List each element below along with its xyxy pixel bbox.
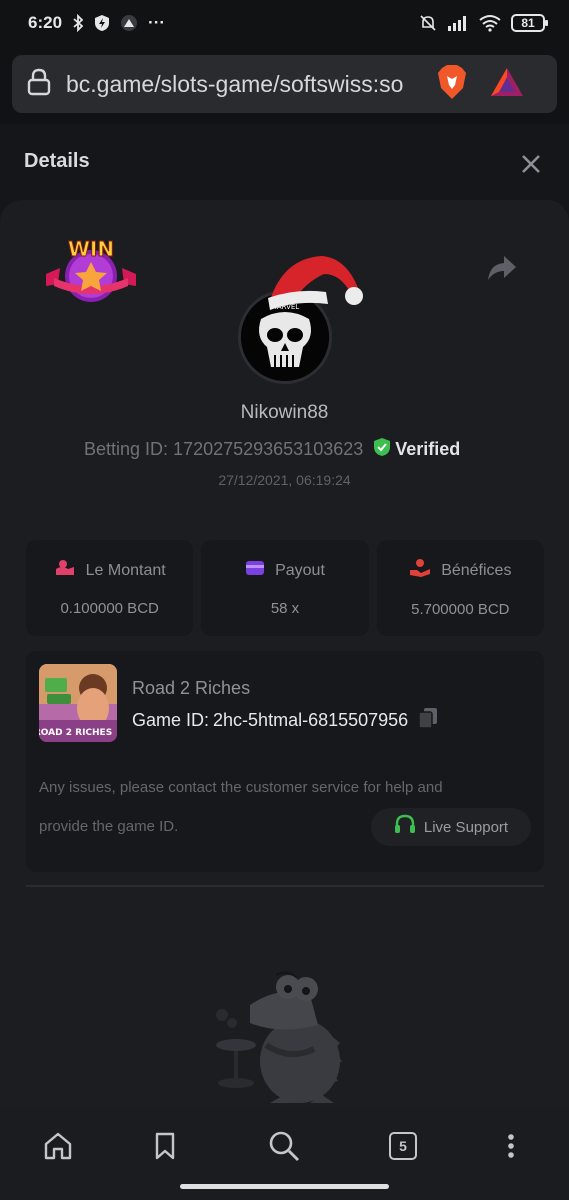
brave-shields-icon[interactable] bbox=[436, 64, 468, 105]
game-name: Road 2 Riches bbox=[132, 678, 251, 698]
search-icon bbox=[269, 1131, 299, 1161]
card-icon bbox=[245, 559, 265, 582]
game-info-panel: ROAD 2 RICHES Road 2 Riches Game ID: 2hc… bbox=[26, 651, 544, 872]
game-id-label: Game ID: bbox=[132, 710, 210, 730]
stat-payout: Payout 58 x bbox=[201, 540, 369, 636]
shield-bolt-icon bbox=[94, 14, 110, 32]
profit-hand-icon bbox=[409, 558, 431, 583]
copy-icon[interactable] bbox=[418, 707, 438, 734]
status-time: 6:20 bbox=[28, 13, 63, 32]
game-thumbnail-text: ROAD 2 RICHES bbox=[39, 728, 112, 738]
headset-icon bbox=[394, 814, 416, 840]
santa-hat-icon bbox=[268, 256, 363, 310]
divider bbox=[26, 885, 544, 887]
tab-count[interactable]: 5 bbox=[389, 1132, 417, 1160]
signal-icon bbox=[447, 15, 469, 31]
address-bar[interactable]: bc.game/slots-game/softswiss:so bbox=[12, 55, 557, 113]
more-vertical-icon bbox=[508, 1134, 514, 1158]
battery-level: 81 bbox=[521, 16, 535, 30]
stat-amount-value: 0.100000 BCD bbox=[60, 600, 159, 617]
stat-payout-label: Payout bbox=[275, 561, 325, 579]
stat-amount: Le Montant 0.100000 BCD bbox=[26, 540, 194, 636]
close-button[interactable] bbox=[519, 152, 543, 176]
avatar: MARVEL bbox=[236, 252, 366, 384]
wifi-icon bbox=[479, 14, 501, 32]
page-title: Details bbox=[24, 150, 90, 172]
betting-id-row: Betting ID: 1720275293653103623 Verified bbox=[84, 437, 460, 462]
live-support-button[interactable]: Live Support bbox=[371, 808, 531, 846]
stat-profit-value: 5.700000 BCD bbox=[411, 601, 510, 618]
win-badge-text: WIN bbox=[68, 237, 114, 261]
help-text-line-1: Any issues, please contact the customer … bbox=[39, 779, 443, 796]
url-text[interactable]: bc.game/slots-game/softswiss:so bbox=[66, 71, 424, 98]
home-button[interactable] bbox=[38, 1126, 78, 1166]
close-icon bbox=[522, 155, 540, 173]
lock-icon[interactable] bbox=[26, 68, 52, 101]
username: Nikowin88 bbox=[240, 402, 329, 423]
betting-id: Betting ID: 1720275293653103623 bbox=[84, 439, 364, 459]
bet-timestamp: 27/12/2021, 06:19:24 bbox=[218, 472, 351, 488]
stat-payout-value: 58 x bbox=[270, 600, 300, 617]
crocodile-mascot-icon bbox=[210, 965, 360, 1113]
coins-icon bbox=[54, 559, 76, 582]
verified-label: Verified bbox=[395, 439, 461, 459]
bet-stats: Le Montant 0.100000 BCD Payout 58 x Béné… bbox=[26, 540, 544, 636]
search-button[interactable] bbox=[264, 1126, 304, 1166]
verified-shield-icon bbox=[373, 437, 391, 462]
bookmark-icon bbox=[155, 1132, 175, 1160]
game-id-value: 2hc-5htmal-6815507956 bbox=[213, 710, 409, 730]
app-notification-icon bbox=[120, 14, 138, 32]
win-badge-icon: WIN bbox=[44, 234, 138, 309]
share-icon bbox=[488, 256, 516, 280]
game-thumbnail[interactable]: ROAD 2 RICHES bbox=[39, 664, 117, 742]
tabs-button[interactable]: 5 bbox=[383, 1126, 423, 1166]
stat-profit-label: Bénéfices bbox=[441, 561, 512, 579]
home-icon bbox=[44, 1132, 72, 1160]
bookmark-button[interactable] bbox=[145, 1126, 185, 1166]
bluetooth-icon bbox=[72, 14, 84, 32]
status-bar: 6:20 ··· 81 bbox=[0, 0, 569, 46]
more-notifications-icon: ··· bbox=[148, 13, 166, 32]
bat-rewards-icon[interactable] bbox=[490, 67, 524, 102]
menu-button[interactable] bbox=[491, 1126, 531, 1166]
live-support-label: Live Support bbox=[423, 818, 509, 836]
stat-profit: Bénéfices 5.700000 BCD bbox=[376, 540, 544, 636]
share-button[interactable] bbox=[486, 254, 518, 287]
home-indicator[interactable] bbox=[180, 1184, 389, 1189]
bell-muted-icon bbox=[419, 14, 437, 32]
battery-icon: 81 bbox=[511, 14, 548, 32]
help-text-line-2: provide the game ID. bbox=[39, 818, 179, 835]
stat-amount-label: Le Montant bbox=[85, 561, 166, 579]
game-id-row: Game ID: 2hc-5htmal-6815507956 bbox=[132, 707, 438, 734]
